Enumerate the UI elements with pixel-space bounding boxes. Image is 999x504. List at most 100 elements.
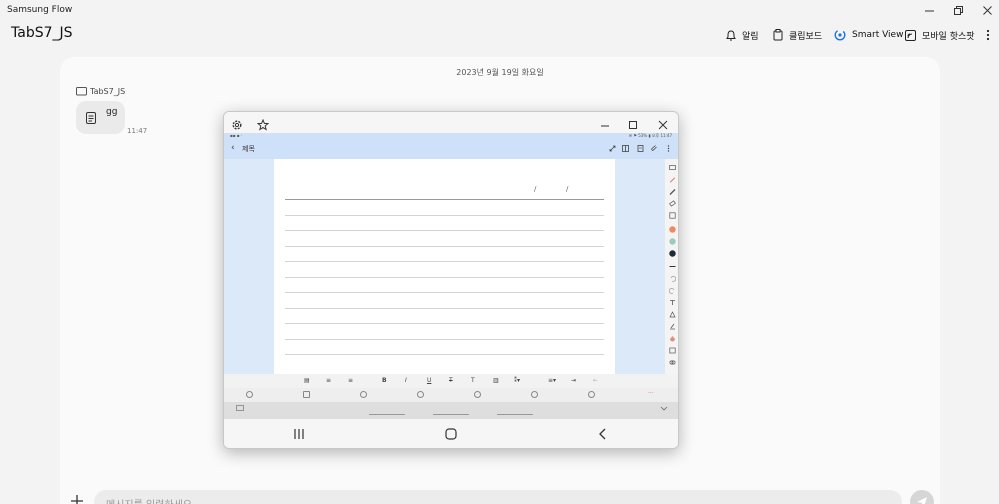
- more-options-button[interactable]: [986, 27, 996, 43]
- note-rule: [285, 230, 604, 231]
- settings-button[interactable]: [231, 116, 245, 130]
- smart-view-button[interactable]: Smart View: [834, 27, 903, 43]
- bell-icon: [726, 29, 736, 40]
- redo-icon[interactable]: [669, 287, 676, 294]
- close-button[interactable]: [970, 0, 999, 22]
- clipboard-icon: [773, 29, 783, 41]
- send-button[interactable]: [910, 490, 934, 504]
- smart-view-window[interactable]: ▪▪ ▪ · ✉ ⚑ 53% ▮ 오후 11:47 ‹ 제목 / / ▤ ≡ ≡…: [223, 111, 679, 449]
- clipboard-icon[interactable]: [303, 391, 310, 398]
- italic-icon[interactable]: I: [405, 377, 407, 384]
- canvas-margin-right: [615, 159, 665, 374]
- mic-icon[interactable]: [531, 391, 538, 398]
- smart-view-label: Smart View: [852, 30, 904, 40]
- bullet-list-icon[interactable]: ≡: [348, 377, 353, 384]
- mirrored-screen[interactable]: ▪▪ ▪ · ✉ ⚑ 53% ▮ 오후 11:47 ‹ 제목 / / ▤ ≡ ≡…: [224, 133, 678, 419]
- stroke-width-icon[interactable]: [669, 263, 676, 270]
- align-icon[interactable]: ≡▾: [548, 377, 556, 384]
- mobile-hotspot-button[interactable]: 모바일 핫스팟: [905, 27, 975, 43]
- eraser-icon[interactable]: [669, 200, 676, 207]
- emoji-icon[interactable]: [246, 391, 253, 398]
- keyboard-icon[interactable]: [669, 164, 676, 171]
- more-keyboard-icon[interactable]: ···: [648, 390, 654, 397]
- template-icon[interactable]: [637, 145, 644, 152]
- indent-icon[interactable]: ⇥: [571, 377, 576, 384]
- date-separator: 2023년 9월 19일 화요일: [456, 68, 544, 77]
- grid-icon[interactable]: [360, 391, 367, 398]
- strikethrough-icon[interactable]: T: [449, 377, 453, 384]
- note-rule: [285, 354, 604, 355]
- canvas-margin-left: [224, 159, 274, 374]
- note-rule: [285, 308, 604, 309]
- mobile-hotspot-label: 모바일 핫스팟: [922, 31, 975, 42]
- note-page[interactable]: / /: [274, 159, 615, 374]
- sender-label: TabS7_JS: [76, 87, 125, 96]
- home-icon[interactable]: [445, 428, 457, 440]
- text-tool-icon[interactable]: [669, 299, 676, 306]
- shape-tool-icon[interactable]: [669, 311, 676, 318]
- message-input[interactable]: 메시지를 입력하세요: [94, 490, 902, 504]
- color-navy[interactable]: [669, 250, 676, 257]
- hint-divider: [433, 414, 469, 415]
- date-slash-2: /: [566, 185, 569, 193]
- format-toolbar: ▤ ≡ ≡ B I U T T ▥ ⁑▾ ≡▾ ⇥ ⇤: [224, 374, 678, 388]
- checkbox-list-icon[interactable]: ▤: [304, 377, 310, 384]
- more-vertical-icon: [986, 29, 990, 41]
- back-icon[interactable]: [597, 428, 609, 440]
- tablet-icon: [76, 87, 87, 96]
- more-vertical-icon[interactable]: [665, 145, 672, 152]
- chevron-down-icon[interactable]: [660, 406, 668, 412]
- sender-name: TabS7_JS: [90, 87, 126, 96]
- back-arrow-icon[interactable]: ‹: [231, 143, 235, 153]
- font-color-icon[interactable]: T: [471, 377, 475, 384]
- font-size-icon[interactable]: ⁑▾: [514, 377, 520, 384]
- select-icon[interactable]: [669, 212, 676, 219]
- maximize-icon: [629, 121, 637, 129]
- clipboard-button[interactable]: 클립보드: [773, 27, 822, 43]
- color-orange[interactable]: [669, 226, 676, 233]
- note-header: ‹ 제목: [224, 141, 678, 157]
- attach-icon[interactable]: [651, 145, 658, 152]
- sticker-icon[interactable]: [417, 391, 424, 398]
- sv-maximize-button[interactable]: [627, 116, 641, 130]
- pen-icon[interactable]: [669, 176, 676, 183]
- gif-icon[interactable]: [474, 391, 481, 398]
- sv-minimize-button[interactable]: [599, 116, 613, 130]
- highlighter-icon[interactable]: [669, 323, 676, 330]
- numbered-list-icon[interactable]: ≡: [326, 377, 331, 384]
- plus-icon: [71, 495, 83, 504]
- note-rule: [285, 292, 604, 293]
- link-icon[interactable]: [669, 359, 676, 366]
- fill-icon[interactable]: [669, 335, 676, 342]
- favorite-button[interactable]: [256, 116, 271, 131]
- undo-icon[interactable]: [669, 275, 676, 282]
- close-icon: [658, 120, 668, 130]
- book-icon[interactable]: [622, 145, 629, 152]
- attach-button[interactable]: [70, 493, 86, 504]
- color-teal[interactable]: [669, 238, 676, 245]
- message-bubble[interactable]: gg: [76, 101, 125, 134]
- keyboard-settings-icon[interactable]: [588, 391, 595, 398]
- keyboard-icon[interactable]: [236, 405, 244, 411]
- note-rule: [285, 215, 604, 216]
- outdent-icon[interactable]: ⇤: [593, 377, 598, 384]
- note-rule: [285, 261, 604, 262]
- highlight-icon[interactable]: ▥: [493, 377, 499, 384]
- star-icon: [256, 118, 270, 131]
- recent-apps-icon[interactable]: [293, 428, 305, 440]
- document-icon: [86, 112, 96, 124]
- pencil-icon[interactable]: [669, 188, 676, 195]
- expand-icon[interactable]: [609, 145, 616, 152]
- minimize-icon: [925, 10, 934, 12]
- note-title[interactable]: 제목: [242, 144, 255, 154]
- message-text: gg: [106, 107, 118, 117]
- send-icon: [917, 497, 927, 504]
- notifications-button[interactable]: 알림: [726, 27, 759, 43]
- bold-icon[interactable]: B: [382, 377, 387, 384]
- smart-view-titlebar: [224, 112, 678, 133]
- underline-icon[interactable]: U: [427, 377, 431, 384]
- sv-close-button[interactable]: [657, 116, 671, 130]
- date-slash-1: /: [534, 185, 537, 193]
- image-tool-icon[interactable]: [669, 347, 676, 354]
- gear-icon: [232, 120, 242, 130]
